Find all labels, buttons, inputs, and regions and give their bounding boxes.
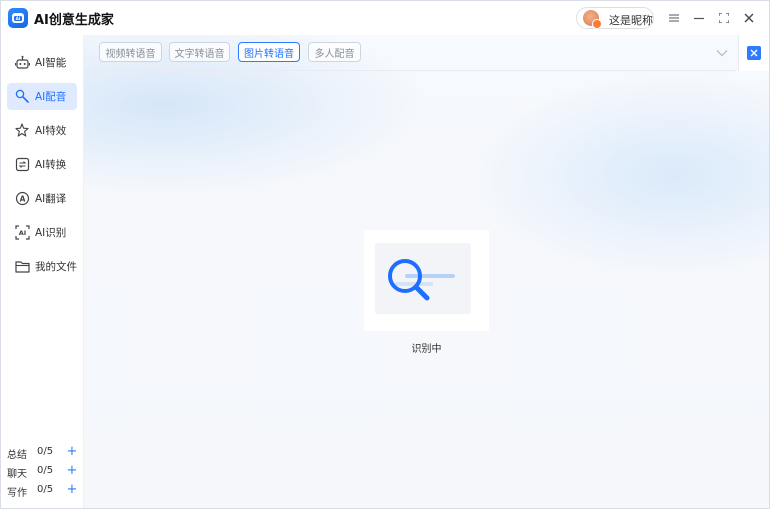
quota-value: 0/5 [37, 484, 54, 495]
user-profile-button[interactable]: 这是昵称 [576, 7, 654, 29]
quota-value: 0/5 [37, 446, 54, 457]
sidebar-item-ai-dubbing[interactable]: AI配音 [7, 83, 77, 110]
add-quota-button[interactable]: + [66, 483, 78, 496]
tab-bar: 视频转语音 文字转语音 图片转语音 多人配音 [84, 35, 736, 71]
sidebar-item-label: AI智能 [35, 57, 67, 69]
quota-name: 总结 [7, 450, 27, 461]
svg-text:A: A [19, 194, 25, 203]
minimize-icon [694, 17, 704, 20]
app-logo-icon: AI [8, 8, 28, 28]
sidebar-item-my-files[interactable]: 我的文件 [7, 253, 77, 280]
minimize-button[interactable] [689, 8, 709, 28]
maximize-icon [719, 13, 729, 23]
robot-icon [14, 55, 30, 71]
add-quota-button[interactable]: + [66, 464, 78, 477]
sparkle-icon [14, 123, 30, 139]
user-name: 这是昵称 [609, 14, 653, 27]
tab-video-to-speech[interactable]: 视频转语音 [99, 42, 162, 62]
sidebar-item-label: AI特效 [35, 125, 67, 137]
maximize-button[interactable] [714, 8, 734, 28]
sidebar-item-ai-smart[interactable]: AI智能 [7, 49, 77, 76]
close-panel-button[interactable] [747, 46, 761, 60]
vip-badge-icon [592, 19, 602, 29]
sidebar-item-ai-recognize[interactable]: AI AI识别 [7, 219, 77, 246]
folder-icon [14, 259, 30, 275]
title-bar: AI AI创意生成家 这是昵称 [1, 1, 769, 35]
close-icon [744, 13, 754, 23]
close-icon [750, 49, 758, 57]
side-panel-toggle [738, 35, 769, 71]
sidebar-item-ai-convert[interactable]: AI转换 [7, 151, 77, 178]
menu-button[interactable] [664, 8, 684, 28]
sidebar-item-label: AI翻译 [35, 193, 67, 205]
quota-writing: 写作 0/5 + [7, 483, 79, 499]
sidebar-item-label: AI转换 [35, 159, 67, 171]
tab-text-to-speech[interactable]: 文字转语音 [169, 42, 230, 62]
sidebar-item-label: 我的文件 [35, 261, 77, 273]
recognition-preview [375, 243, 471, 314]
sidebar-item-ai-effects[interactable]: AI特效 [7, 117, 77, 144]
app-title: AI创意生成家 [34, 13, 114, 28]
recognize-icon: AI [14, 225, 30, 241]
recognition-card [364, 230, 489, 331]
tab-multi-voice-dubbing[interactable]: 多人配音 [308, 42, 361, 62]
sidebar-item-label: AI配音 [35, 91, 67, 103]
quota-value: 0/5 [37, 465, 54, 476]
microphone-icon [14, 89, 30, 105]
quota-summary: 总结 0/5 + [7, 445, 79, 461]
tab-image-to-speech[interactable]: 图片转语音 [238, 42, 300, 62]
svg-text:AI: AI [16, 16, 21, 21]
magnifier-scan-icon [388, 259, 455, 301]
svg-text:AI: AI [18, 229, 25, 237]
quota-name: 聊天 [7, 469, 27, 480]
quota-name: 写作 [7, 488, 27, 499]
convert-icon [14, 157, 30, 173]
menu-icon [669, 14, 679, 22]
recognition-status: 识别中 [411, 344, 442, 355]
translate-icon: A [14, 191, 30, 207]
app-window: AI AI创意生成家 这是昵称 AI智能 AI配音 AI特效 AI转换 A AI… [0, 0, 770, 509]
add-quota-button[interactable]: + [66, 445, 78, 458]
sidebar: AI智能 AI配音 AI特效 AI转换 A AI翻译 AI AI识别 我的文件 … [1, 35, 84, 508]
close-button[interactable] [739, 8, 759, 28]
main-panel: 视频转语音 文字转语音 图片转语音 多人配音 识别中 [84, 35, 769, 508]
sidebar-item-ai-translate[interactable]: A AI翻译 [7, 185, 77, 212]
sidebar-item-label: AI识别 [35, 227, 67, 239]
chevron-down-icon[interactable] [716, 48, 728, 58]
quota-chat: 聊天 0/5 + [7, 464, 79, 480]
